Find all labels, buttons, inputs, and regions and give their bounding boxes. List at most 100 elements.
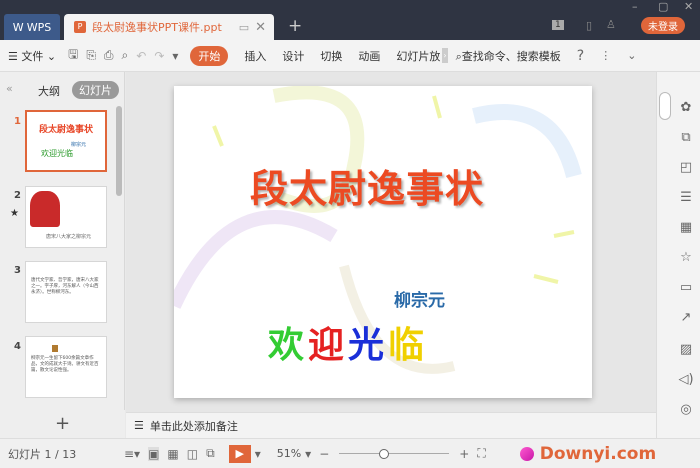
tab-start[interactable]: 开始 — [190, 45, 229, 66]
monitor-icon[interactable]: ▭ — [239, 21, 249, 34]
more-icon[interactable]: ⋮ — [600, 49, 611, 62]
slide-thumbnail-1[interactable]: 段太尉逸事状 柳宗元 欢迎光临 — [25, 110, 107, 172]
ppt-file-icon: P — [74, 21, 86, 33]
properties-icon[interactable]: ☰ — [677, 190, 695, 205]
new-tab-button[interactable]: + — [288, 16, 302, 36]
image-icon[interactable]: ▨ — [677, 342, 695, 357]
assistant-icon[interactable] — [519, 446, 534, 461]
close-window-button[interactable]: ✕ — [684, 0, 693, 13]
document-tab[interactable]: P 段太尉逸事状PPT课件.ppt ▭ ✕ — [64, 14, 274, 40]
minimize-button[interactable]: – — [632, 0, 638, 13]
reading-view-icon[interactable]: ◫ — [187, 447, 198, 461]
print-icon[interactable]: ⎙ — [104, 48, 114, 63]
maximize-button[interactable]: ▢ — [658, 0, 668, 13]
thumb-text: 柳宗元一生留下600余篇文章作品，文的成就大于诗。骈文有近百篇，散文论说性强。 — [31, 356, 99, 373]
doc-icon[interactable]: ▯ — [586, 19, 592, 32]
share-icon[interactable]: ↗ — [677, 310, 695, 325]
play-slideshow-button[interactable]: ▶ — [228, 444, 251, 463]
export-icon[interactable]: ⎘ — [86, 48, 96, 63]
slide-switch-icon[interactable]: ⧉ — [677, 130, 695, 145]
tab-animation[interactable]: 动画 — [358, 48, 380, 64]
audio-icon[interactable]: ◁) — [677, 372, 695, 387]
save-icon[interactable]: 🖫 — [68, 45, 78, 66]
slide-number: 4 — [14, 341, 21, 352]
zoom-slider-knob[interactable] — [379, 448, 390, 459]
tab-transition[interactable]: 切换 — [320, 48, 342, 64]
slide-number: 1 — [14, 116, 21, 127]
fit-window-icon[interactable]: ⛶ — [477, 446, 485, 461]
design-icon[interactable]: ✿ — [677, 100, 695, 115]
thumb-text: 唐代文学家、哲学家，唐宋八大家之一。字子厚，河东解人（今山西永济）。世称柳河东。 — [31, 278, 99, 295]
title-bar: W WPS P 段太尉逸事状PPT课件.ppt ▭ ✕ + 1 ▯ ♙ 未登录 –… — [0, 0, 700, 40]
normal-view-icon[interactable]: ▣ — [148, 446, 160, 461]
document-title: 段太尉逸事状PPT课件.ppt — [92, 21, 222, 34]
notes-placeholder: 单击此处添加备注 — [149, 419, 238, 433]
more-dropdown-icon[interactable]: ▾ — [172, 49, 178, 63]
tab-insert[interactable]: 插入 — [244, 48, 266, 64]
archive-icon[interactable]: ▭ — [677, 280, 695, 295]
collapse-panel-icon[interactable]: « — [6, 82, 13, 95]
right-sidebar: ✿ ⧉ ◰ ☰ ▦ ☆ ▭ ↗ ▨ ◁) ◎ — [656, 72, 700, 438]
status-bar: 幻灯片 1 / 13 ≡▾ ▣ ▦ ◫ ⧉ ▶ ▾ 51% ▾ − + ⛶ Do… — [0, 438, 700, 468]
slide-thumbnail-2[interactable]: 唐宋八大家之柳宗元 — [25, 186, 107, 248]
welcome-text[interactable]: 欢 迎 光 临 — [268, 316, 424, 368]
slide-1[interactable]: 段太尉逸事状 柳宗元 欢 迎 光 临 — [174, 86, 592, 398]
zoom-level[interactable]: 51% — [277, 447, 301, 460]
welcome-char: 光 — [348, 324, 385, 366]
ribbon-toolbar: ☰ 文件 ⌄ 🖫 ⎘ ⎙ ⌕ ↶ ↷ ▾ 开始 插入 设计 切换 动画 幻灯片放… — [0, 40, 700, 72]
panel-scrollbar[interactable] — [116, 106, 122, 196]
search-label: 查找命令、搜索模板 — [461, 49, 561, 63]
clock-icon[interactable]: ◎ — [677, 402, 695, 417]
vertical-scrollbar-thumb[interactable] — [659, 92, 671, 120]
shapes-icon[interactable]: ◰ — [677, 160, 695, 175]
workspace-badge[interactable]: 1 — [552, 20, 564, 30]
presenter-view-icon[interactable]: ⧉ — [206, 446, 215, 461]
notes-toggle-icon[interactable]: ≡▾ — [124, 447, 140, 461]
slide-number: 2 — [14, 190, 21, 201]
redo-icon[interactable]: ↷ — [154, 49, 164, 63]
search-command[interactable]: ⌕查找命令、搜索模板 — [456, 48, 561, 64]
slide-author[interactable]: 柳宗元 — [394, 286, 445, 311]
file-menu[interactable]: ☰ 文件 ⌄ — [8, 48, 56, 64]
animation-star-icon: ★ — [10, 208, 19, 219]
file-label: 文件 — [21, 49, 44, 63]
slide-number: 3 — [14, 265, 21, 276]
wps-home-tab[interactable]: W WPS — [4, 14, 60, 40]
zoom-slider[interactable] — [339, 448, 450, 459]
add-slide-button[interactable]: + — [0, 410, 125, 438]
layout-icon[interactable]: ▦ — [677, 220, 695, 235]
thumb-caption: 唐宋八大家之柳宗元 — [46, 234, 92, 240]
tab-slideshow[interactable]: 幻灯片放 — [396, 48, 440, 64]
help-button[interactable]: ? — [577, 48, 584, 64]
scroll-tabs-button[interactable]: › — [442, 48, 448, 63]
star-icon[interactable]: ☆ — [677, 250, 695, 265]
thumb-title: 段太尉逸事状 — [38, 125, 93, 135]
notes-area[interactable]: ☰ 单击此处添加备注 — [126, 412, 656, 438]
tab-outline[interactable]: 大纲 — [38, 83, 60, 99]
zoom-in-button[interactable]: + — [459, 447, 469, 461]
slide-counter: 幻灯片 1 / 13 — [8, 447, 77, 461]
collapse-ribbon-icon[interactable]: ⌄ — [627, 49, 636, 62]
wps-label: WPS — [26, 20, 52, 34]
login-button[interactable]: 未登录 — [641, 17, 685, 34]
slide-title[interactable]: 段太尉逸事状 — [250, 158, 484, 213]
slide-thumbnail-3[interactable]: 唐代文学家、哲学家，唐宋八大家之一。字子厚，河东解人（今山西永济）。世称柳河东。 — [25, 261, 107, 323]
skin-icon[interactable]: ♙ — [606, 18, 616, 31]
slide-thumbnail-4[interactable]: 柳宗元一生留下600余篇文章作品，文的成就大于诗。骈文有近百篇，散文论说性强。 — [25, 336, 107, 398]
preview-icon[interactable]: ⌕ — [122, 48, 129, 63]
thumb-image — [52, 345, 58, 352]
tab-slides[interactable]: 幻灯片 — [72, 81, 119, 99]
undo-icon[interactable]: ↶ — [136, 49, 146, 63]
play-dropdown-icon[interactable]: ▾ — [255, 447, 261, 461]
close-tab-icon[interactable]: ✕ — [255, 20, 266, 35]
slide-panel: « 大纲 幻灯片 1 段太尉逸事状 柳宗元 欢迎光临 2 ★ 唐宋八大家之柳宗元… — [0, 72, 125, 410]
watermark-logo: Downyi.com — [539, 443, 657, 464]
welcome-char: 欢 — [268, 324, 305, 366]
notes-icon: ☰ — [134, 419, 144, 432]
welcome-char: 临 — [388, 324, 425, 366]
zoom-dropdown-icon[interactable]: ▾ — [305, 447, 311, 461]
zoom-out-button[interactable]: − — [319, 447, 329, 461]
slide-sorter-icon[interactable]: ▦ — [167, 447, 178, 461]
tab-design[interactable]: 设计 — [282, 48, 304, 64]
thumb-author: 柳宗元 — [71, 142, 87, 148]
